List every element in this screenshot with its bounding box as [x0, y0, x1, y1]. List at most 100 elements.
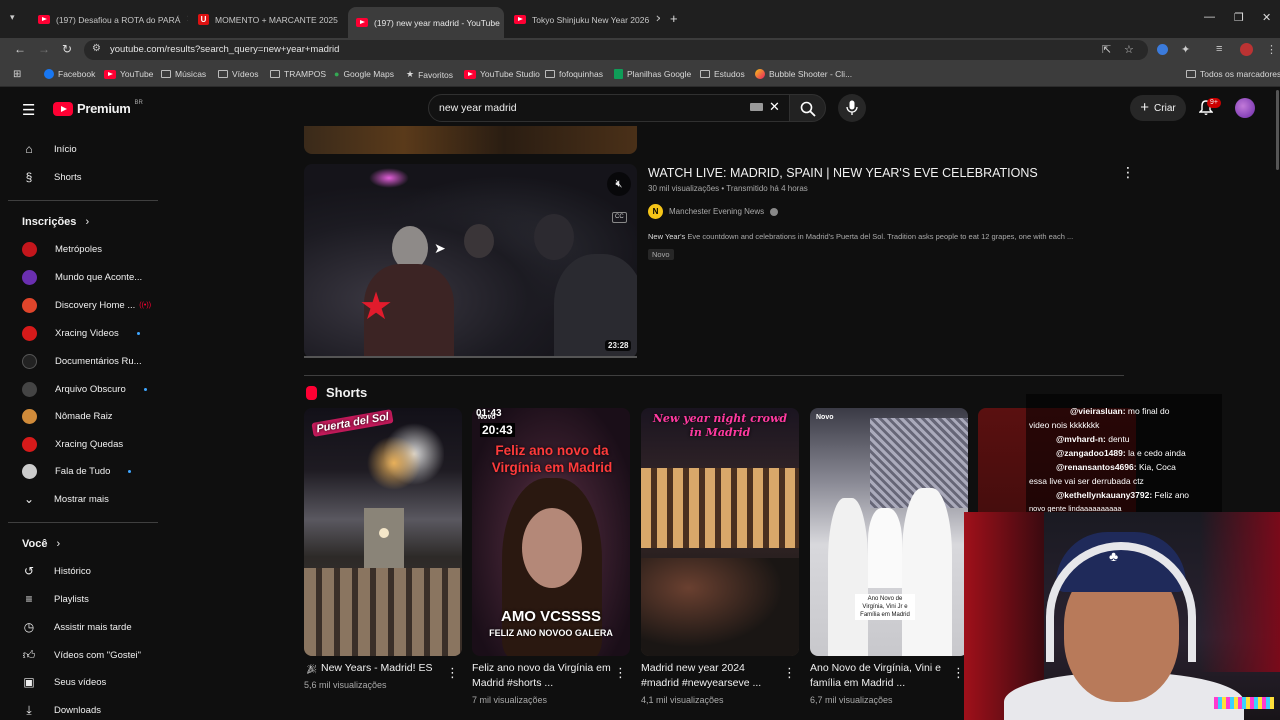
- sidebar-item-historico[interactable]: ↺ Histórico: [22, 564, 91, 578]
- maximize-button[interactable]: ❐: [1234, 11, 1244, 24]
- video-title[interactable]: WATCH LIVE: MADRID, SPAIN | NEW YEAR'S E…: [648, 166, 1038, 180]
- search-input[interactable]: [439, 100, 729, 116]
- bookmark-facebook[interactable]: Facebook: [44, 69, 95, 79]
- reload-icon[interactable]: ↻: [62, 42, 72, 56]
- previous-result-thumbnail[interactable]: [304, 126, 637, 154]
- site-info-icon[interactable]: ⚙: [92, 43, 101, 54]
- chat-text: Kia, Coca: [1136, 462, 1176, 472]
- video-options-icon[interactable]: ⋮: [1121, 164, 1135, 181]
- media-control-icon[interactable]: ≡: [1216, 43, 1222, 55]
- all-bookmarks[interactable]: Todos os marcadores: [1186, 69, 1280, 79]
- extension-icon[interactable]: [1157, 44, 1168, 55]
- browser-tab-4[interactable]: Tokyo Shinjuku New Year 2026 ✕: [506, 7, 660, 32]
- subscriptions-heading[interactable]: Inscrições ›: [22, 216, 89, 228]
- sidebar-sub-xracing-videos[interactable]: Xracing Videos: [22, 326, 140, 341]
- close-icon[interactable]: ✕: [655, 14, 660, 25]
- sidebar-show-more[interactable]: ⌄ Mostrar mais: [22, 492, 109, 506]
- bookmark-youtube[interactable]: YouTube: [104, 69, 153, 79]
- sidebar-item-watch-later[interactable]: ◷ Assistir mais tarde: [22, 620, 132, 634]
- sidebar-sub-nomade-raiz[interactable]: Nômade Raiz: [22, 409, 113, 424]
- create-button[interactable]: + Criar: [1130, 95, 1186, 121]
- bookmark-google-maps[interactable]: ● Google Maps: [334, 69, 394, 79]
- sidebar-sub-documentarios[interactable]: Documentários Ru...: [22, 354, 142, 369]
- extensions-puzzle-icon[interactable]: ✦: [1181, 43, 1190, 56]
- bookmark-videos[interactable]: Vídeos: [218, 69, 258, 79]
- bookmark-youtube-studio[interactable]: YouTube Studio: [464, 69, 540, 79]
- short-options-icon[interactable]: ⋮: [446, 665, 459, 681]
- new-tab-button[interactable]: +: [670, 11, 678, 26]
- bookmark-planilhas[interactable]: Planilhas Google: [614, 69, 691, 79]
- browser-tab-2[interactable]: U MOMENTO + MARCANTE 2025 ✕: [190, 7, 342, 32]
- microphone-icon: [846, 100, 858, 115]
- sidebar-sub-discovery[interactable]: Discovery Home ... ((•)): [22, 298, 151, 313]
- sidebar-item-playlists[interactable]: ≡ Playlists: [22, 592, 89, 606]
- premium-label: Premium: [77, 101, 131, 116]
- short-options-icon[interactable]: ⋮: [783, 665, 796, 681]
- search-button[interactable]: [789, 94, 826, 122]
- minimize-button[interactable]: —: [1204, 11, 1215, 23]
- voice-search-button[interactable]: [838, 94, 866, 122]
- bookmark-fofoquinhas[interactable]: fofoquinhas: [545, 69, 603, 79]
- sidebar-sub-fala-de-tudo[interactable]: Fala de Tudo: [22, 464, 132, 479]
- sidebar-item-your-videos[interactable]: ▣ Seus vídeos: [22, 675, 106, 689]
- video-duration: 23:28: [605, 340, 632, 351]
- bookmark-musicas[interactable]: Músicas: [161, 69, 206, 79]
- you-heading[interactable]: Você ›: [22, 538, 60, 550]
- bookmark-star-icon[interactable]: ☆: [1124, 43, 1134, 56]
- short-options-icon[interactable]: ⋮: [614, 665, 627, 681]
- account-avatar[interactable]: [1235, 98, 1255, 118]
- page-scrollbar[interactable]: [1276, 90, 1279, 170]
- progress-bar[interactable]: [304, 356, 637, 358]
- bookmark-trampos[interactable]: TRAMPOS: [270, 69, 326, 79]
- short-title-3[interactable]: Madrid new year 2024 #madrid #newyearsev…: [641, 661, 781, 691]
- chevron-right-icon: ›: [85, 216, 90, 228]
- sidebar-item-liked[interactable]: 👍︎ Vídeos com "Gostei": [22, 648, 141, 662]
- bookmark-estudos[interactable]: Estudos: [700, 69, 745, 79]
- video-thumbnail[interactable]: ★: [304, 164, 637, 358]
- forward-icon[interactable]: →: [38, 42, 50, 56]
- browser-tab-1[interactable]: (197) Desafiou a ROTA do PARÁ ✕: [30, 7, 188, 32]
- channel-avatar: [22, 382, 37, 397]
- spanish-flag-icon: 🎉︎: [306, 664, 318, 674]
- bookmark-favoritos[interactable]: ★ Favoritos: [406, 69, 453, 80]
- apps-icon[interactable]: ⊞: [13, 69, 21, 80]
- shorts-section-header: Shorts: [306, 385, 367, 400]
- shorts-icon: §: [25, 170, 33, 184]
- tab-title: MOMENTO + MARCANTE 2025: [215, 14, 338, 25]
- profile-avatar[interactable]: [1240, 43, 1253, 56]
- short-title-4[interactable]: Ano Novo de Virgínia, Vini e família em …: [810, 661, 950, 691]
- close-window-button[interactable]: ✕: [1262, 11, 1271, 24]
- short-thumbnail-4[interactable]: Novo Ano Novo de Virgínia, Vini Jr e Fam…: [810, 408, 968, 656]
- sidebar-item-label: Downloads: [54, 704, 101, 716]
- sidebar-item-shorts[interactable]: § Shorts: [22, 170, 82, 184]
- short-thumbnail-2[interactable]: 01:43 20:43 Novo Feliz ano novo da Virgí…: [472, 408, 630, 656]
- subscriptions-title: Inscrições: [22, 216, 77, 228]
- install-icon[interactable]: ⇱: [1102, 43, 1111, 56]
- short-title-2[interactable]: Feliz ano novo da Virgínia em Madrid #sh…: [472, 661, 612, 691]
- clear-search-icon[interactable]: ✕: [769, 99, 780, 115]
- chat-text: video nois kkkkkkk: [1029, 420, 1100, 430]
- browser-menu-icon[interactable]: ⋮: [1266, 43, 1277, 56]
- youtube-logo[interactable]: Premium BR: [53, 100, 143, 116]
- short-thumbnail-1[interactable]: Puerta del Sol: [304, 408, 462, 656]
- sidebar-sub-xracing-quedas[interactable]: Xracing Quedas: [22, 437, 123, 452]
- browser-tab-3[interactable]: (197) new year madrid - YouTube ✕: [348, 7, 504, 38]
- sidebar-item-downloads[interactable]: ⤓ Downloads: [22, 703, 101, 717]
- close-icon[interactable]: ✕: [186, 14, 188, 25]
- back-icon[interactable]: ←: [14, 42, 26, 56]
- captions-button[interactable]: CC: [612, 212, 627, 223]
- sidebar-sub-metropoles[interactable]: Metrópoles: [22, 242, 102, 257]
- short-title-1[interactable]: New Years - Madrid! ES: [321, 661, 461, 676]
- sidebar-sub-arquivo-obscuro[interactable]: Arquivo Obscuro: [22, 382, 147, 397]
- channel-link[interactable]: N Manchester Evening News: [648, 204, 779, 219]
- keyboard-icon[interactable]: [750, 103, 763, 111]
- sidebar-item-label: Playlists: [54, 593, 89, 605]
- short-overlay-text: Feliz ano novo da Virgínia em Madrid: [491, 443, 613, 475]
- bookmark-bubble-shooter[interactable]: Bubble Shooter - Cli...: [755, 69, 852, 79]
- sidebar-sub-mundo[interactable]: Mundo que Aconte...: [22, 270, 142, 285]
- short-thumbnail-3[interactable]: New year night crowd in Madrid: [641, 408, 799, 656]
- hamburger-menu-icon[interactable]: ☰: [22, 101, 35, 119]
- mute-button[interactable]: 🔇︎: [607, 172, 631, 196]
- tab-search-button[interactable]: ▾: [10, 12, 15, 23]
- sidebar-item-inicio[interactable]: ⌂ Início: [22, 142, 76, 156]
